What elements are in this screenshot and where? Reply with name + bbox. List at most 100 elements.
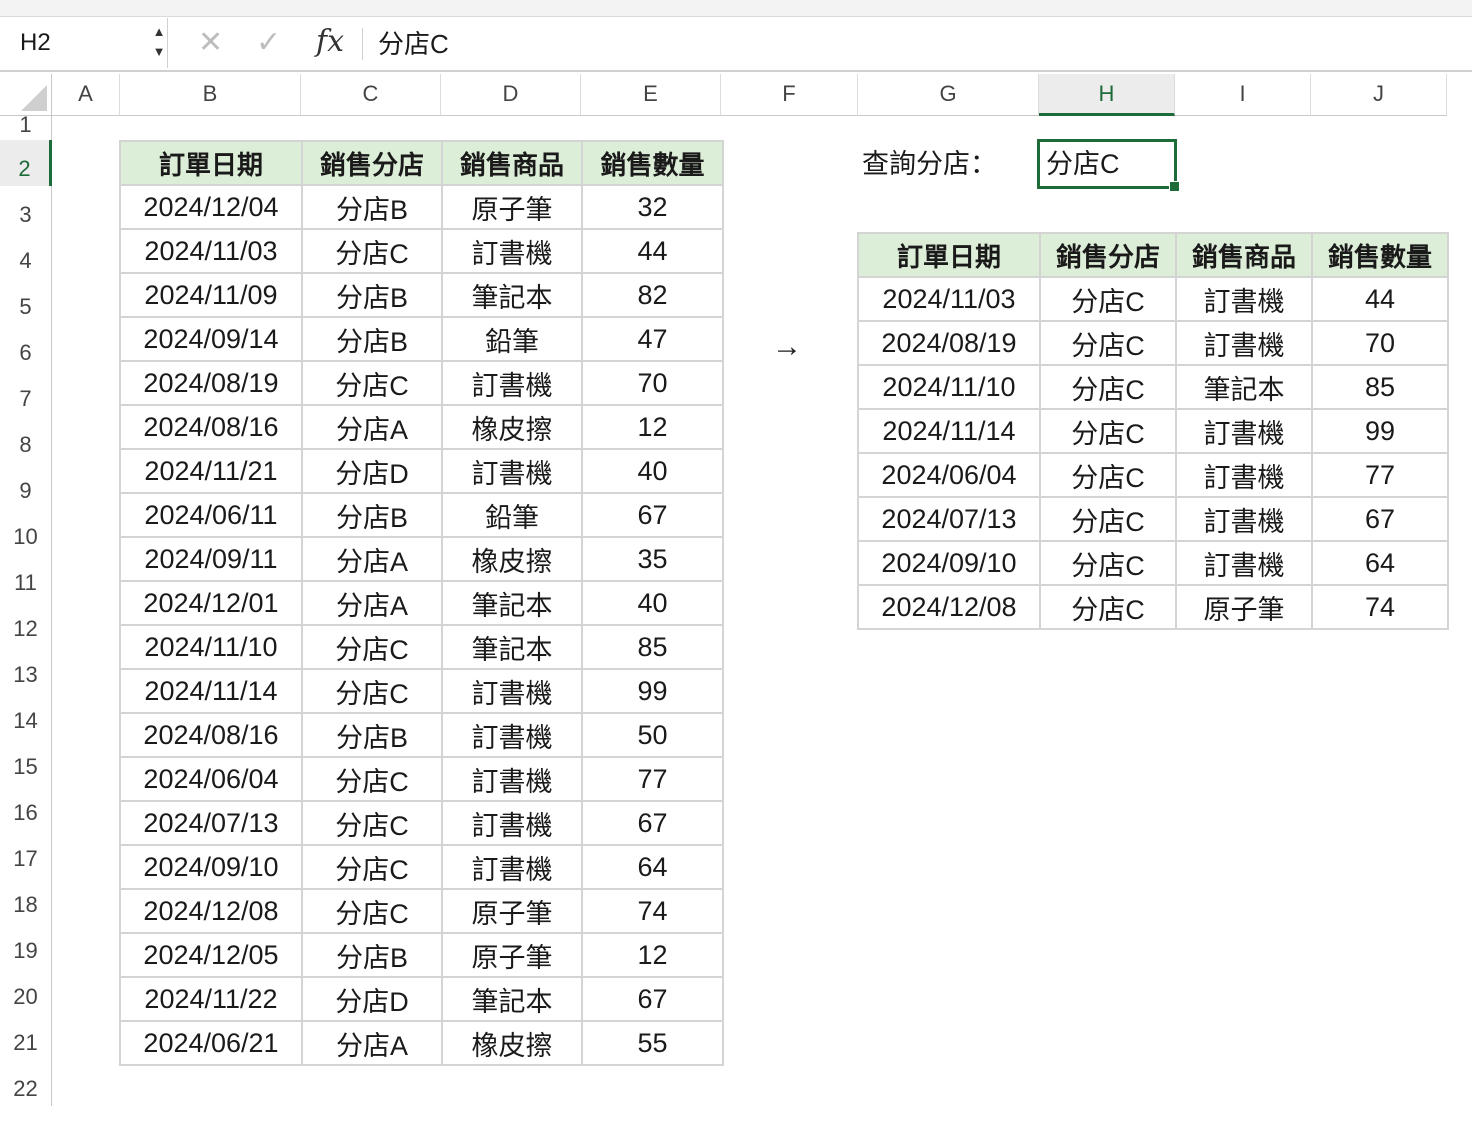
source-table-cell[interactable]: 分店A [301, 1020, 443, 1066]
row-header-12[interactable]: 12 [0, 600, 52, 646]
source-table-cell[interactable]: 77 [581, 756, 724, 802]
source-table-cell[interactable]: 2024/11/22 [119, 976, 303, 1022]
source-table-cell[interactable]: 44 [581, 228, 724, 274]
result-table-cell[interactable]: 77 [1311, 452, 1449, 498]
source-table-cell[interactable]: 40 [581, 448, 724, 494]
query-cell-selected[interactable]: 分店C [1037, 139, 1180, 192]
source-table-cell[interactable]: 2024/06/11 [119, 492, 303, 538]
source-table-header-cell[interactable]: 銷售商品 [441, 140, 583, 186]
source-table-cell[interactable]: 分店C [301, 800, 443, 846]
source-table-cell[interactable]: 分店D [301, 448, 443, 494]
result-table-header-cell[interactable]: 訂單日期 [857, 232, 1041, 278]
result-table-cell[interactable]: 44 [1311, 276, 1449, 322]
source-table-cell[interactable]: 分店B [301, 492, 443, 538]
result-table-cell[interactable]: 64 [1311, 540, 1449, 586]
source-table-cell[interactable]: 50 [581, 712, 724, 758]
source-table-cell[interactable]: 2024/11/14 [119, 668, 303, 714]
source-table-cell[interactable]: 鉛筆 [441, 492, 583, 538]
select-all-button[interactable] [0, 74, 52, 116]
result-table-header-cell[interactable]: 銷售商品 [1175, 232, 1313, 278]
source-table-cell[interactable]: 2024/07/13 [119, 800, 303, 846]
source-table-cell[interactable]: 筆記本 [441, 976, 583, 1022]
column-header-i[interactable]: I [1175, 74, 1311, 116]
source-table-cell[interactable]: 12 [581, 932, 724, 978]
row-header-13[interactable]: 13 [0, 646, 52, 692]
row-header-5[interactable]: 5 [0, 278, 52, 324]
row-header-9[interactable]: 9 [0, 462, 52, 508]
source-table-cell[interactable]: 99 [581, 668, 724, 714]
formula-input[interactable]: 分店C [378, 18, 449, 68]
result-table-cell[interactable]: 訂書機 [1175, 320, 1313, 366]
source-table-cell[interactable]: 分店C [301, 228, 443, 274]
row-header-8[interactable]: 8 [0, 416, 52, 462]
result-table-cell[interactable]: 67 [1311, 496, 1449, 542]
row-header-15[interactable]: 15 [0, 738, 52, 784]
source-table-cell[interactable]: 2024/09/10 [119, 844, 303, 890]
source-table-cell[interactable]: 74 [581, 888, 724, 934]
column-header-f[interactable]: F [721, 74, 858, 116]
source-table-header-cell[interactable]: 銷售分店 [301, 140, 443, 186]
column-header-c[interactable]: C [301, 74, 441, 116]
row-header-10[interactable]: 10 [0, 508, 52, 554]
row-header-14[interactable]: 14 [0, 692, 52, 738]
result-table-cell[interactable]: 2024/06/04 [857, 452, 1041, 498]
row-header-6[interactable]: 6 [0, 324, 52, 370]
source-table-cell[interactable]: 64 [581, 844, 724, 890]
result-table-cell[interactable]: 2024/12/08 [857, 584, 1041, 630]
source-table-cell[interactable]: 2024/11/09 [119, 272, 303, 318]
source-table-cell[interactable]: 原子筆 [441, 888, 583, 934]
fill-handle[interactable] [1169, 181, 1180, 192]
result-table-cell[interactable]: 74 [1311, 584, 1449, 630]
source-table-cell[interactable]: 分店C [301, 888, 443, 934]
result-table-cell[interactable]: 筆記本 [1175, 364, 1313, 410]
column-header-d[interactable]: D [441, 74, 581, 116]
row-header-18[interactable]: 18 [0, 876, 52, 922]
name-box[interactable]: H2 [2, 18, 168, 68]
source-table-cell[interactable]: 分店A [301, 404, 443, 450]
source-table-cell[interactable]: 分店C [301, 360, 443, 406]
source-table-cell[interactable]: 67 [581, 492, 724, 538]
result-table-cell[interactable]: 2024/11/03 [857, 276, 1041, 322]
source-table-cell[interactable]: 85 [581, 624, 724, 670]
source-table-cell[interactable]: 訂書機 [441, 844, 583, 890]
row-header-1[interactable]: 1 [0, 114, 52, 140]
column-header-e[interactable]: E [581, 74, 721, 116]
result-table-cell[interactable]: 85 [1311, 364, 1449, 410]
column-header-b[interactable]: B [120, 74, 301, 116]
source-table-header-cell[interactable]: 銷售數量 [581, 140, 724, 186]
source-table-cell[interactable]: 12 [581, 404, 724, 450]
source-table-cell[interactable]: 47 [581, 316, 724, 362]
source-table-cell[interactable]: 筆記本 [441, 272, 583, 318]
row-header-19[interactable]: 19 [0, 922, 52, 968]
cancel-icon[interactable]: ✕ [198, 28, 223, 58]
column-header-h[interactable]: H [1039, 74, 1175, 116]
row-header-17[interactable]: 17 [0, 830, 52, 876]
source-table-cell[interactable]: 2024/09/14 [119, 316, 303, 362]
source-table-cell[interactable]: 訂書機 [441, 712, 583, 758]
source-table-cell[interactable]: 55 [581, 1020, 724, 1066]
source-table-cell[interactable]: 原子筆 [441, 932, 583, 978]
result-table-cell[interactable]: 分店C [1039, 452, 1177, 498]
row-header-11[interactable]: 11 [0, 554, 52, 600]
source-table-cell[interactable]: 2024/11/10 [119, 624, 303, 670]
column-header-j[interactable]: J [1311, 74, 1447, 116]
source-table-cell[interactable]: 分店C [301, 624, 443, 670]
row-header-20[interactable]: 20 [0, 968, 52, 1014]
result-table-cell[interactable]: 訂書機 [1175, 540, 1313, 586]
confirm-icon[interactable]: ✓ [256, 28, 281, 58]
result-table-cell[interactable]: 2024/11/14 [857, 408, 1041, 454]
source-table-cell[interactable]: 筆記本 [441, 624, 583, 670]
source-table-cell[interactable]: 分店B [301, 316, 443, 362]
row-header-22[interactable]: 22 [0, 1060, 52, 1106]
name-box-dropdown-icon[interactable]: ▲ ▼ [152, 22, 166, 62]
row-header-21[interactable]: 21 [0, 1014, 52, 1060]
source-table-cell[interactable]: 橡皮擦 [441, 404, 583, 450]
source-table-cell[interactable]: 2024/12/05 [119, 932, 303, 978]
source-table-cell[interactable]: 82 [581, 272, 724, 318]
source-table-cell[interactable]: 分店D [301, 976, 443, 1022]
source-table-cell[interactable]: 橡皮擦 [441, 1020, 583, 1066]
result-table-cell[interactable]: 原子筆 [1175, 584, 1313, 630]
result-table-cell[interactable]: 2024/07/13 [857, 496, 1041, 542]
result-table-cell[interactable]: 2024/08/19 [857, 320, 1041, 366]
result-table-header-cell[interactable]: 銷售數量 [1311, 232, 1449, 278]
